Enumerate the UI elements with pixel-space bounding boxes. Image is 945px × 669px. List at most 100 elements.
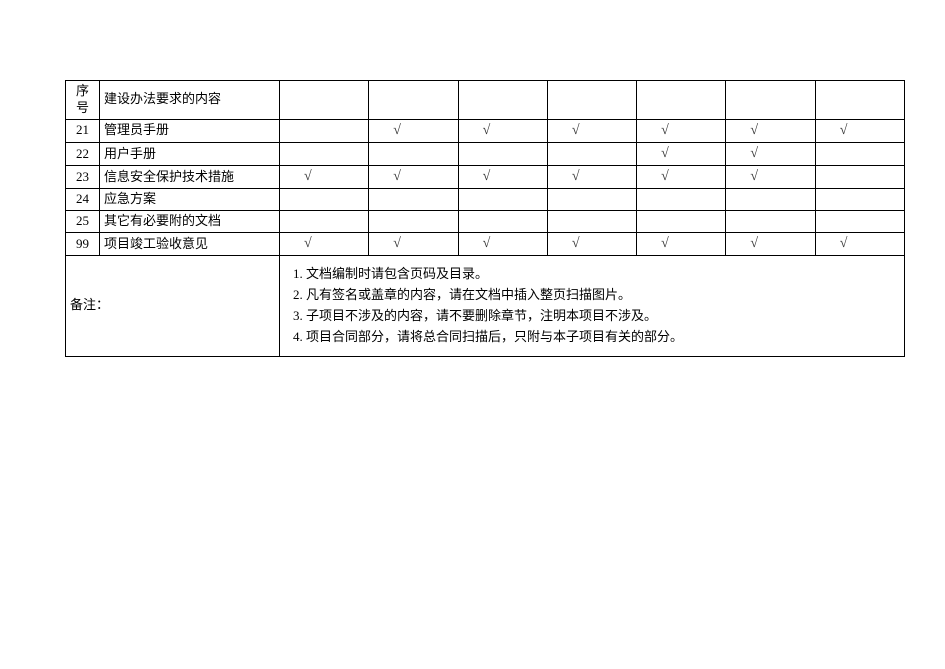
check-cell: √	[458, 166, 547, 189]
header-empty	[547, 81, 636, 120]
check-cell	[280, 119, 369, 142]
check-mark-icon: √	[572, 236, 580, 251]
remark-body: 文档编制时请包含页码及目录。 凡有签名或盖章的内容，请在文档中插入整页扫描图片。…	[280, 256, 905, 356]
row-num: 25	[66, 211, 100, 233]
remark-label: 备注：	[66, 256, 280, 356]
table-row: 22 用户手册 √ √	[66, 142, 905, 165]
check-cell	[815, 166, 904, 189]
check-mark-icon: √	[661, 146, 669, 161]
remark-item: 项目合同部分，请将总合同扫描后，只附与本子项目有关的部分。	[306, 327, 900, 348]
check-cell	[726, 189, 815, 211]
check-mark-icon: √	[393, 123, 401, 138]
check-cell: √	[458, 233, 547, 256]
remark-item: 文档编制时请包含页码及目录。	[306, 264, 900, 285]
header-empty	[815, 81, 904, 120]
table-row: 99 项目竣工验收意见 √ √ √ √ √ √ √	[66, 233, 905, 256]
check-cell: √	[637, 142, 726, 165]
check-cell	[369, 211, 458, 233]
row-label: 管理员手册	[100, 119, 280, 142]
check-mark-icon: √	[840, 123, 848, 138]
check-cell: √	[369, 119, 458, 142]
check-cell	[547, 211, 636, 233]
row-num: 21	[66, 119, 100, 142]
check-cell: √	[547, 119, 636, 142]
check-mark-icon: √	[750, 146, 758, 161]
check-mark-icon: √	[304, 169, 312, 184]
check-cell	[369, 189, 458, 211]
check-cell	[815, 189, 904, 211]
check-cell	[547, 142, 636, 165]
header-label: 建设办法要求的内容	[100, 81, 280, 120]
check-mark-icon: √	[572, 123, 580, 138]
check-mark-icon: √	[393, 236, 401, 251]
table-row: 21 管理员手册 √ √ √ √ √ √	[66, 119, 905, 142]
remark-list: 文档编制时请包含页码及目录。 凡有签名或盖章的内容，请在文档中插入整页扫描图片。…	[284, 264, 900, 347]
check-cell: √	[726, 142, 815, 165]
remark-item: 凡有签名或盖章的内容，请在文档中插入整页扫描图片。	[306, 285, 900, 306]
check-cell	[280, 189, 369, 211]
table-row: 25 其它有必要附的文档	[66, 211, 905, 233]
check-mark-icon: √	[750, 236, 758, 251]
row-label: 项目竣工验收意见	[100, 233, 280, 256]
check-mark-icon: √	[750, 169, 758, 184]
check-cell	[458, 189, 547, 211]
row-num: 99	[66, 233, 100, 256]
header-empty	[726, 81, 815, 120]
table-row: 24 应急方案	[66, 189, 905, 211]
check-cell: √	[726, 166, 815, 189]
check-cell: √	[637, 166, 726, 189]
header-empty	[458, 81, 547, 120]
check-mark-icon: √	[661, 123, 669, 138]
table-header-row: 序号 建设办法要求的内容	[66, 81, 905, 120]
row-label: 其它有必要附的文档	[100, 211, 280, 233]
check-cell	[458, 142, 547, 165]
header-empty	[637, 81, 726, 120]
check-cell: √	[637, 119, 726, 142]
row-label: 应急方案	[100, 189, 280, 211]
check-mark-icon: √	[750, 123, 758, 138]
header-empty	[280, 81, 369, 120]
check-mark-icon: √	[661, 236, 669, 251]
check-mark-icon: √	[483, 169, 491, 184]
check-cell	[547, 189, 636, 211]
check-cell	[637, 189, 726, 211]
check-cell: √	[726, 233, 815, 256]
check-cell	[815, 142, 904, 165]
check-mark-icon: √	[393, 169, 401, 184]
check-cell	[280, 142, 369, 165]
check-cell: √	[726, 119, 815, 142]
check-cell	[637, 211, 726, 233]
remark-item: 子项目不涉及的内容，请不要删除章节，注明本项目不涉及。	[306, 306, 900, 327]
check-cell: √	[815, 119, 904, 142]
check-cell	[369, 142, 458, 165]
row-label: 信息安全保护技术措施	[100, 166, 280, 189]
check-cell	[280, 211, 369, 233]
check-mark-icon: √	[840, 236, 848, 251]
check-cell: √	[547, 166, 636, 189]
row-num: 24	[66, 189, 100, 211]
check-cell	[815, 211, 904, 233]
check-mark-icon: √	[572, 169, 580, 184]
check-mark-icon: √	[661, 169, 669, 184]
check-mark-icon: √	[304, 236, 312, 251]
check-mark-icon: √	[483, 123, 491, 138]
check-cell: √	[280, 166, 369, 189]
check-cell: √	[637, 233, 726, 256]
check-cell: √	[547, 233, 636, 256]
header-empty	[369, 81, 458, 120]
row-num: 23	[66, 166, 100, 189]
row-num: 22	[66, 142, 100, 165]
row-label: 用户手册	[100, 142, 280, 165]
table-row: 23 信息安全保护技术措施 √ √ √ √ √ √	[66, 166, 905, 189]
requirements-table: 序号 建设办法要求的内容 21 管理员手册 √ √ √ √ √ √ 22 用户手…	[65, 80, 905, 357]
document-page: 序号 建设办法要求的内容 21 管理员手册 √ √ √ √ √ √ 22 用户手…	[0, 0, 945, 357]
header-num: 序号	[66, 81, 100, 120]
check-cell: √	[815, 233, 904, 256]
check-cell	[458, 211, 547, 233]
check-cell	[726, 211, 815, 233]
remark-row: 备注： 文档编制时请包含页码及目录。 凡有签名或盖章的内容，请在文档中插入整页扫…	[66, 256, 905, 356]
check-cell: √	[458, 119, 547, 142]
check-cell: √	[369, 166, 458, 189]
check-cell: √	[369, 233, 458, 256]
check-cell: √	[280, 233, 369, 256]
